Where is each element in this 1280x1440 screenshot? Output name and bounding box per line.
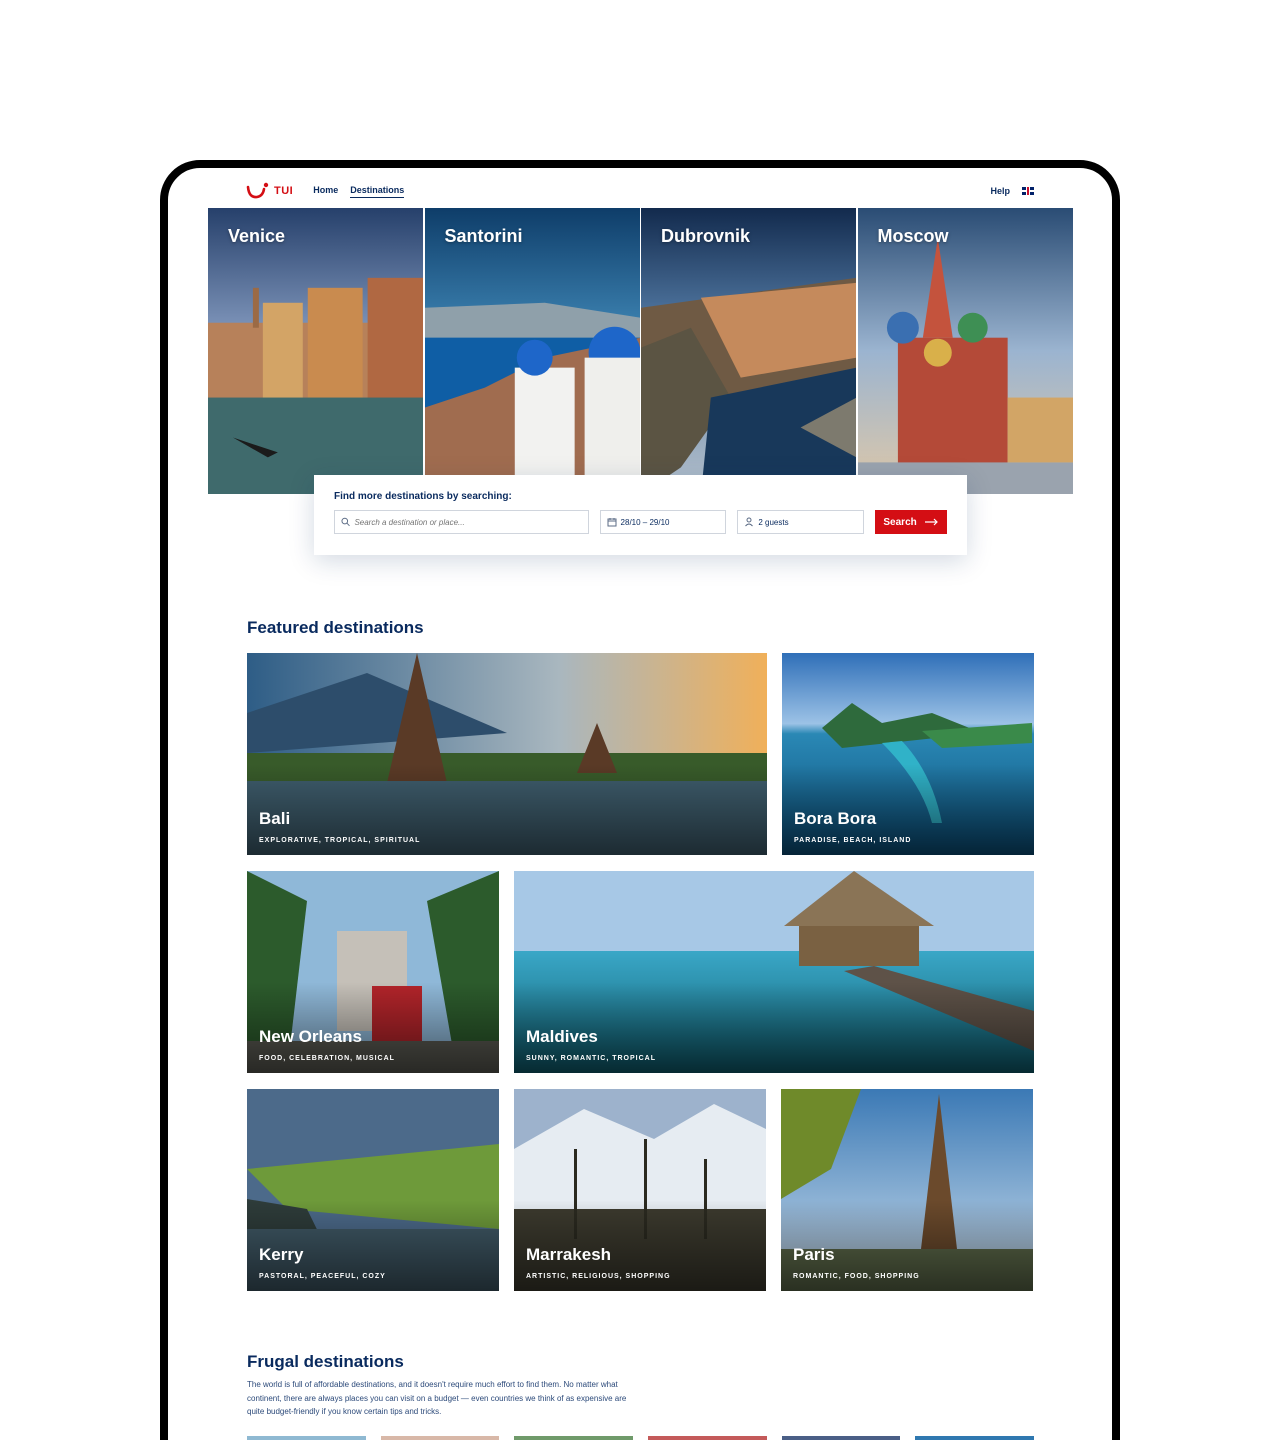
- destination-input[interactable]: [354, 517, 582, 527]
- guests-field[interactable]: 2 guests: [737, 510, 865, 534]
- hero-title-dubrovnik: Dubrovnik: [661, 226, 751, 246]
- search-icon: [341, 517, 350, 527]
- santorini-image: [424, 208, 640, 495]
- uk-flag-icon[interactable]: [1022, 187, 1034, 195]
- hero-title-venice: Venice: [228, 226, 286, 246]
- frugal-title: Frugal destinations: [247, 1352, 404, 1371]
- dates-field[interactable]: 28/10 – 29/10: [599, 510, 727, 534]
- hero-title-santorini: Santorini: [444, 226, 523, 246]
- frugal-description: The world is full of affordable destinat…: [247, 1380, 627, 1416]
- hero-panel-venice[interactable]: Venice: [208, 208, 424, 495]
- card-tags: Pastoral, peaceful, cozy: [259, 1273, 386, 1280]
- hero-banner: Venice Santorini Dubrovnik Moscow: [208, 208, 1073, 495]
- card-title: Kerry: [259, 1245, 304, 1264]
- nav-links: Home Destinations: [313, 185, 405, 198]
- search-button[interactable]: Search: [875, 510, 947, 534]
- person-icon: [745, 517, 754, 527]
- card-title: Marrakesh: [526, 1245, 612, 1264]
- featured-grid: Bali Explorative, tropical, spiritual Bo…: [247, 653, 1034, 1307]
- destination-field[interactable]: [334, 510, 589, 534]
- tablet-frame: TUI Home Destinations Help Venice Santor…: [160, 160, 1120, 1440]
- search-heading: Find more destinations by searching:: [334, 491, 512, 502]
- card-tags: Food, celebration, musical: [259, 1055, 395, 1062]
- help-link[interactable]: Help: [990, 186, 1010, 196]
- tui-smile-icon: [246, 182, 269, 199]
- guests-value: 2 guests: [758, 517, 789, 527]
- frugal-card[interactable]: [915, 1436, 1035, 1440]
- hero-panel-santorini[interactable]: Santorini: [424, 208, 641, 495]
- card-tags: Romantic, food, shopping: [793, 1273, 920, 1280]
- search-row: 28/10 – 29/10 2 guests Search: [334, 510, 947, 534]
- top-navigation: TUI Home Destinations Help: [246, 176, 1034, 206]
- search-card: Find more destinations by searching: 28/…: [314, 475, 967, 555]
- venice-image: [208, 208, 424, 495]
- card-tags: Artistic, religious, shopping: [526, 1273, 671, 1280]
- destination-card-bali[interactable]: Bali Explorative, tropical, spiritual: [247, 653, 767, 855]
- card-title: Bali: [259, 809, 291, 828]
- frugal-card[interactable]: [781, 1436, 901, 1440]
- destination-card-bora-bora[interactable]: Bora Bora Paradise, beach, island: [782, 653, 1034, 855]
- hero-panel-moscow[interactable]: Moscow: [857, 208, 1074, 495]
- card-title: Maldives: [526, 1027, 598, 1046]
- dates-value: 28/10 – 29/10: [620, 517, 670, 527]
- frugal-card[interactable]: [247, 1436, 366, 1440]
- nav-right: Help: [990, 186, 1034, 196]
- tui-logo[interactable]: TUI: [246, 182, 293, 200]
- moscow-image: [857, 208, 1073, 495]
- frugal-card[interactable]: [380, 1436, 500, 1440]
- card-title: Bora Bora: [794, 809, 877, 828]
- arrow-right-icon: [924, 518, 938, 526]
- frugal-card[interactable]: [648, 1436, 767, 1440]
- frugal-card[interactable]: [514, 1436, 634, 1440]
- calendar-icon: [607, 518, 617, 527]
- featured-title: Featured destinations: [247, 618, 424, 637]
- bali-image: [247, 653, 767, 855]
- card-tags: Paradise, beach, island: [794, 837, 912, 844]
- screen: TUI Home Destinations Help Venice Santor…: [168, 168, 1112, 1440]
- card-title: Paris: [793, 1245, 835, 1264]
- logo-text: TUI: [274, 185, 294, 197]
- dubrovnik-image: [641, 208, 857, 495]
- destination-card-maldives[interactable]: Maldives Sunny, romantic, tropical: [514, 871, 1034, 1073]
- card-tags: Sunny, romantic, tropical: [526, 1055, 656, 1062]
- card-title: New Orleans: [259, 1027, 362, 1046]
- destination-card-new-orleans[interactable]: New Orleans Food, celebration, musical: [247, 871, 499, 1073]
- hero-panel-dubrovnik[interactable]: Dubrovnik: [641, 208, 857, 495]
- card-tags: Explorative, tropical, spiritual: [259, 837, 421, 844]
- destination-card-paris[interactable]: Paris Romantic, food, shopping: [781, 1089, 1033, 1291]
- nav-link-home[interactable]: Home: [313, 185, 338, 198]
- frugal-cards-strip: [247, 1436, 1035, 1440]
- nav-link-destinations[interactable]: Destinations: [350, 185, 405, 198]
- hero-title-moscow: Moscow: [877, 226, 949, 246]
- destination-card-kerry[interactable]: Kerry Pastoral, peaceful, cozy: [247, 1089, 499, 1291]
- destination-card-marrakesh[interactable]: Marrakesh Artistic, religious, shopping: [514, 1089, 766, 1291]
- search-button-label: Search: [883, 516, 917, 528]
